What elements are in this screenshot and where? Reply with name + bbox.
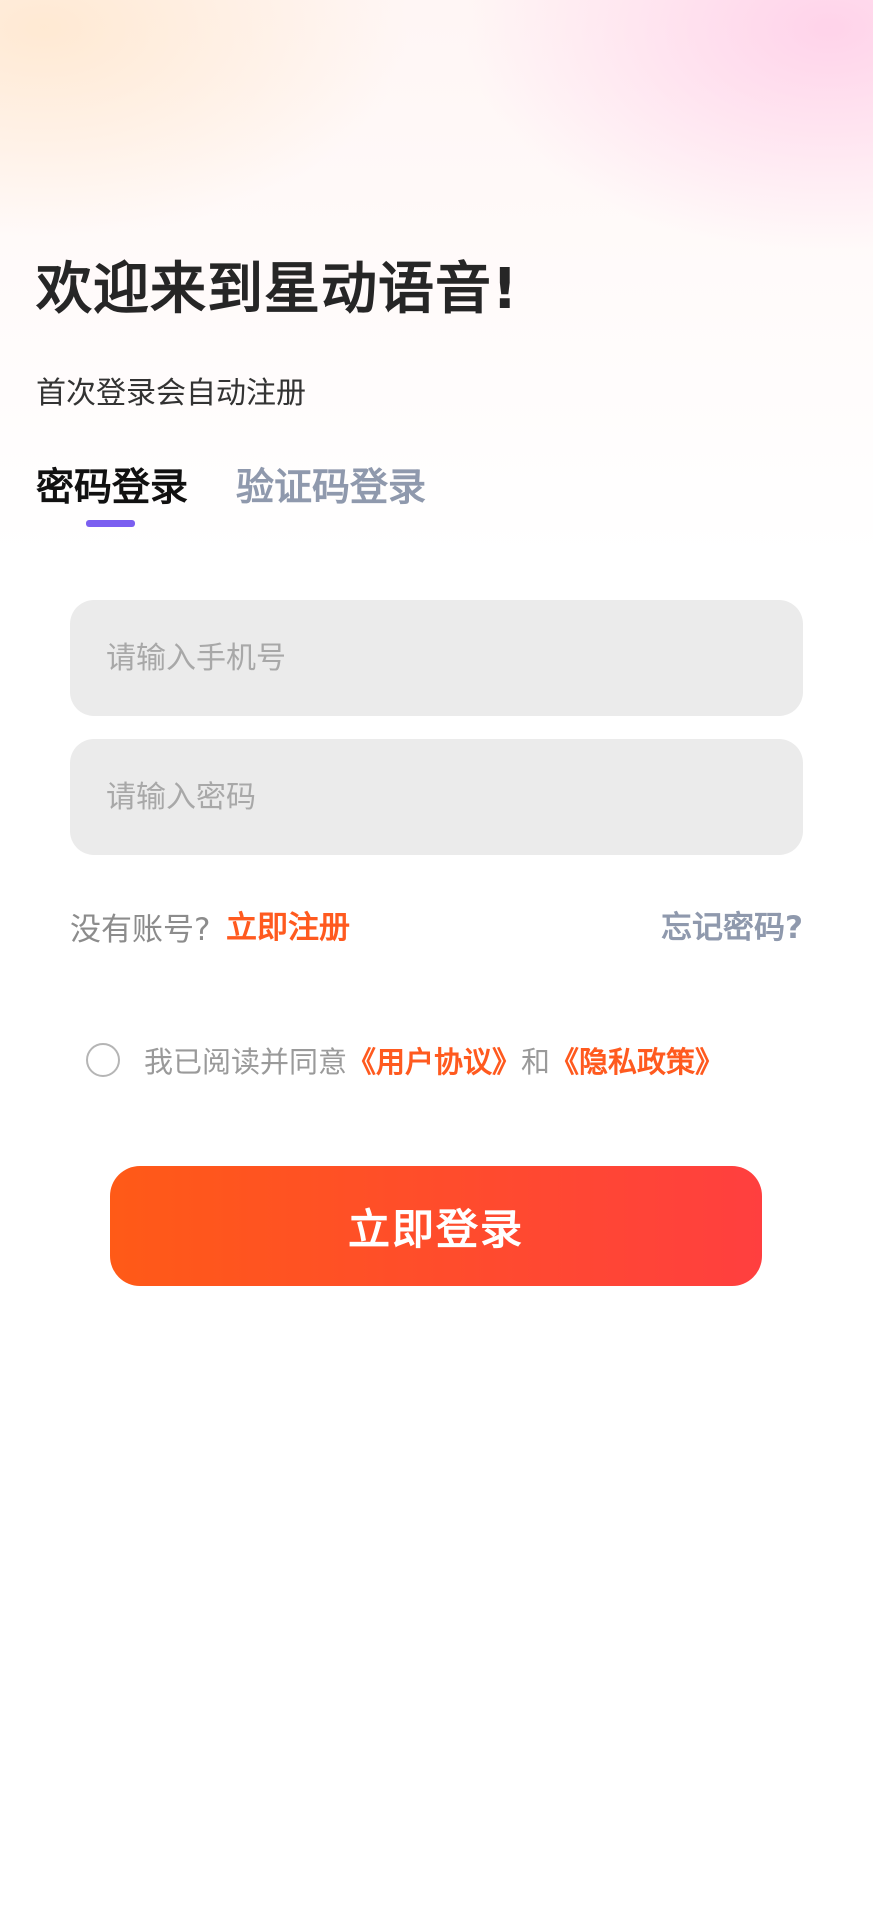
- no-account-label: 没有账号?: [70, 912, 211, 948]
- user-agreement-link[interactable]: 《用户协议》: [347, 1039, 521, 1081]
- welcome-title: 欢迎来到星动语音!: [36, 257, 519, 322]
- login-tabs: 密码登录 验证码登录: [36, 456, 836, 536]
- agreement-conjunction: 和: [521, 1045, 551, 1079]
- agreement-row: 我已阅读并同意 《用户协议》 和 《隐私政策》: [86, 1038, 826, 1082]
- tab-sms-login[interactable]: 验证码登录: [236, 456, 426, 511]
- agreement-checkbox[interactable]: [86, 1043, 120, 1077]
- forgot-password-link[interactable]: 忘记密码?: [661, 902, 803, 947]
- auto-register-hint: 首次登录会自动注册: [36, 376, 306, 411]
- password-field[interactable]: [70, 739, 803, 855]
- login-button[interactable]: 立即登录: [110, 1166, 762, 1286]
- account-links: 没有账号? 立即注册 忘记密码?: [70, 900, 803, 950]
- phone-input[interactable]: [104, 639, 769, 677]
- register-link[interactable]: 立即注册: [226, 902, 350, 947]
- active-tab-indicator: [86, 520, 135, 527]
- phone-field[interactable]: [70, 600, 803, 716]
- password-input[interactable]: [104, 778, 769, 816]
- tab-password-login[interactable]: 密码登录: [36, 456, 188, 511]
- login-page: 欢迎来到星动语音! 首次登录会自动注册 密码登录 验证码登录 没有账号? 立即注…: [0, 0, 873, 1920]
- agreement-prefix: 我已阅读并同意: [144, 1045, 348, 1079]
- privacy-policy-link[interactable]: 《隐私政策》: [550, 1039, 724, 1081]
